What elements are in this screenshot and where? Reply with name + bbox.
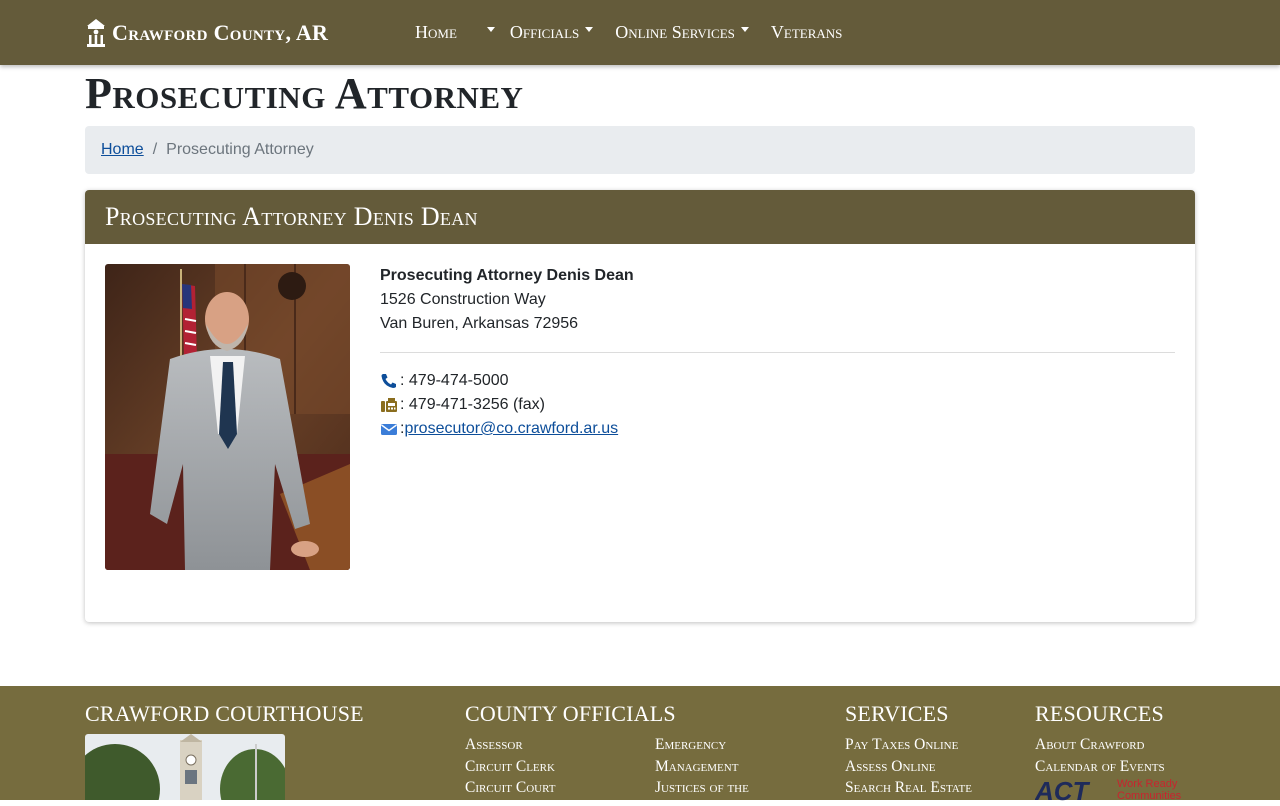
footer-link-pay-taxes[interactable]: Pay Taxes Online xyxy=(845,736,958,753)
official-card: Prosecuting Attorney Denis Dean Prosecut… xyxy=(85,190,1195,622)
footer-officials-list-2: Emergency Management Justices of the xyxy=(655,734,749,799)
card-header: Prosecuting Attorney Denis Dean xyxy=(85,190,1195,244)
fax-icon xyxy=(381,398,397,412)
nav-veterans[interactable]: Veterans xyxy=(771,22,843,43)
act-work-ready-logo[interactable]: ACT Work Ready Communities xyxy=(1035,776,1200,806)
footer-courthouse-heading: CRAWFORD COURTHOUSE xyxy=(85,701,364,726)
footer-link-calendar[interactable]: Calendar of Events xyxy=(1035,758,1165,775)
footer-link-about-crawford[interactable]: About Crawford xyxy=(1035,736,1144,753)
envelope-icon xyxy=(381,424,397,435)
phone-row: : 479-474-5000 xyxy=(380,369,1175,393)
footer-link-circuit-clerk[interactable]: Circuit Clerk xyxy=(465,758,555,775)
email-link[interactable]: prosecutor@co.crawford.ar.us xyxy=(404,417,618,441)
footer-link-assess-online[interactable]: Assess Online xyxy=(845,758,935,775)
footer-resources-heading: RESOURCES xyxy=(1035,701,1164,726)
caret-down-icon xyxy=(740,27,749,32)
footer-officials-heading: COUNTY OFFICIALS xyxy=(465,701,676,726)
footer-link-emergency[interactable]: Emergency xyxy=(655,736,726,753)
address-line-1: 1526 Construction Way xyxy=(380,291,546,308)
brand-title: Crawford County, AR xyxy=(112,20,329,45)
caret-down-icon xyxy=(486,27,495,32)
footer-services-heading: SERVICES xyxy=(845,701,949,726)
address-line-2: Van Buren, Arkansas 72956 xyxy=(380,315,579,332)
nav-officials-label: Officials xyxy=(509,22,580,42)
footer-officials-list-1: Assessor Circuit Clerk Circuit Court xyxy=(465,734,556,799)
nav-online-services-label: Online Services xyxy=(615,22,735,42)
courthouse-image xyxy=(85,734,285,800)
official-portrait-image xyxy=(105,264,350,570)
email-row: : prosecutor@co.crawford.ar.us xyxy=(380,417,1175,441)
footer-resources-list: About Crawford Calendar of Events xyxy=(1035,734,1165,777)
top-navbar: Crawford County, AR Home Officials Onlin… xyxy=(0,0,1280,65)
footer-link-justices[interactable]: Justices of the xyxy=(655,779,749,796)
official-photo xyxy=(105,264,350,570)
breadcrumb-home-link[interactable]: Home xyxy=(101,141,144,159)
act-logo-text: ACT xyxy=(1035,776,1091,806)
breadcrumb-separator: / xyxy=(152,141,158,158)
official-name: Prosecuting Attorney Denis Dean xyxy=(380,267,634,284)
breadcrumb: Home / Prosecuting Attorney xyxy=(85,126,1195,174)
nav-online-services[interactable]: Online Services xyxy=(615,22,749,43)
breadcrumb-current: Prosecuting Attorney xyxy=(166,141,314,158)
nav-home[interactable]: Home xyxy=(415,22,457,43)
act-logo-sub1: Work Ready xyxy=(1117,778,1178,790)
footer-link-search-real-estate[interactable]: Search Real Estate xyxy=(845,779,972,796)
nav-dropdown-toggle[interactable] xyxy=(481,18,495,48)
footer-link-management[interactable]: Management xyxy=(655,758,738,775)
brand-link[interactable]: Crawford County, AR xyxy=(85,17,328,49)
page-title: Prosecuting Attorney xyxy=(85,69,524,118)
footer-services-list: Pay Taxes Online Assess Online Search Re… xyxy=(845,734,972,799)
official-info: Prosecuting Attorney Denis Dean 1526 Con… xyxy=(380,264,1175,441)
fax-row: : 479-471-3256 (fax) xyxy=(380,393,1175,417)
footer-link-assessor[interactable]: Assessor xyxy=(465,736,523,753)
courthouse-photo xyxy=(85,734,285,800)
main-nav: Home Officials Online Services Veterans xyxy=(415,0,864,65)
footer-link-circuit-court[interactable]: Circuit Court xyxy=(465,779,556,796)
phone-icon xyxy=(381,374,396,388)
courthouse-icon xyxy=(87,19,105,47)
nav-officials[interactable]: Officials xyxy=(509,22,594,43)
caret-down-icon xyxy=(585,27,594,32)
fax-number: : 479-471-3256 (fax) xyxy=(400,396,545,413)
act-logo-sub2: Communities xyxy=(1117,790,1182,802)
phone-number: : 479-474-5000 xyxy=(400,372,509,389)
info-divider xyxy=(380,352,1175,353)
